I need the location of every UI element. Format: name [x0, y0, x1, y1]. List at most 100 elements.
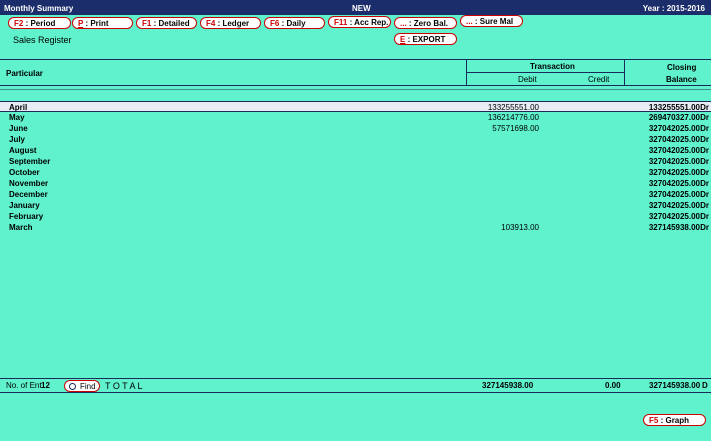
- month-cell: June: [9, 124, 28, 133]
- debit-cell: 136214776.00: [487, 113, 539, 122]
- graph-key: F5: [649, 416, 659, 425]
- table-row[interactable]: November 327042025.00 Dr: [0, 178, 711, 189]
- print-key: P: [78, 19, 84, 28]
- table-row[interactable]: October 327042025.00 Dr: [0, 167, 711, 178]
- closing-suffix-cell: Dr: [700, 135, 709, 144]
- sure-mal-label: : Sure Mal: [474, 17, 514, 26]
- total-closing-suffix: D: [702, 381, 708, 390]
- print-button[interactable]: P : Print: [72, 17, 133, 29]
- closing-suffix-cell: Dr: [700, 113, 709, 122]
- closing-suffix-cell: Dr: [700, 157, 709, 166]
- table-row[interactable]: February 327042025.00 Dr: [0, 211, 711, 222]
- table-row[interactable]: April 133255551.00 133255551.00 Dr: [0, 101, 711, 112]
- period-key: F2: [14, 19, 24, 28]
- table-row[interactable]: March 103913.00 327145938.00 Dr: [0, 222, 711, 233]
- closing-suffix-cell: Dr: [700, 103, 709, 112]
- export-button[interactable]: E : EXPORT: [394, 33, 457, 45]
- export-key: E: [400, 35, 406, 44]
- search-icon: [69, 383, 76, 390]
- debit-cell: 103913.00: [501, 223, 539, 232]
- header-bottom-rule: [0, 85, 711, 86]
- closing-cell: 133255551.00: [648, 103, 700, 112]
- window-title: Monthly Summary: [4, 4, 74, 13]
- table-row[interactable]: December 327042025.00 Dr: [0, 189, 711, 200]
- footer-top-rule: [0, 378, 711, 379]
- total-credit: 0.00: [605, 381, 621, 390]
- header-top-rule: [0, 59, 711, 60]
- daily-label: : Daily: [281, 19, 306, 28]
- closing-cell: 327042025.00: [648, 135, 700, 144]
- acc-rep-key: F11: [334, 18, 348, 27]
- total-debit: 327145938.00: [482, 381, 534, 390]
- report-name: Sales Register: [13, 35, 72, 45]
- header-divider-right: [624, 59, 625, 85]
- closing-suffix-cell: Dr: [700, 212, 709, 221]
- month-cell: August: [9, 146, 37, 155]
- acc-rep-button[interactable]: F11 : Acc Rep.: [328, 16, 391, 28]
- closing-suffix-cell: Dr: [700, 201, 709, 210]
- closing-suffix-cell: Dr: [700, 124, 709, 133]
- entries-label: No. of Ent.: [6, 381, 44, 390]
- table-row[interactable]: July 327042025.00 Dr: [0, 134, 711, 145]
- table-row[interactable]: June 57571698.00 327042025.00 Dr: [0, 123, 711, 134]
- month-cell: April: [9, 103, 28, 112]
- total-label: T O T A L: [105, 381, 143, 391]
- ledger-key: F4: [206, 19, 216, 28]
- month-cell: March: [9, 223, 33, 232]
- detailed-label: : Detailed: [153, 19, 190, 28]
- graph-label: : Graph: [660, 416, 690, 425]
- total-closing: 327145938.00: [649, 381, 701, 390]
- month-cell: November: [9, 179, 49, 188]
- table-row[interactable]: September 327042025.00 Dr: [0, 156, 711, 167]
- closing-suffix-cell: Dr: [700, 146, 709, 155]
- find-label: Find: [80, 382, 96, 391]
- column-header-particular: Particular: [6, 69, 43, 78]
- closing-cell: 327042025.00: [648, 168, 700, 177]
- mode-indicator: NEW: [352, 4, 371, 13]
- closing-cell: 327145938.00: [648, 223, 700, 232]
- month-cell: September: [9, 157, 51, 166]
- column-header-closing: Closing: [667, 63, 697, 72]
- footer-bottom-rule: [0, 392, 711, 393]
- closing-cell: 327042025.00: [648, 190, 700, 199]
- month-cell: January: [9, 201, 40, 210]
- debit-cell: 133255551.00: [487, 103, 539, 112]
- daily-button[interactable]: F6 : Daily: [264, 17, 325, 29]
- month-cell: December: [9, 190, 48, 199]
- closing-cell: 269470327.00: [648, 113, 700, 122]
- transaction-sub-rule: [466, 72, 624, 73]
- closing-suffix-cell: Dr: [700, 179, 709, 188]
- find-button[interactable]: Find: [64, 380, 100, 392]
- period-button[interactable]: F2 : Period: [8, 17, 71, 29]
- column-header-credit: Credit: [588, 75, 610, 84]
- closing-cell: 327042025.00: [648, 124, 700, 133]
- column-header-debit: Debit: [518, 75, 537, 84]
- zero-bal-label: : Zero Bal.: [408, 19, 449, 28]
- closing-cell: 327042025.00: [648, 146, 700, 155]
- debit-cell: 57571698.00: [492, 124, 539, 133]
- acc-rep-label: : Acc Rep.: [349, 18, 389, 27]
- export-label: : EXPORT: [407, 35, 446, 44]
- closing-suffix-cell: Dr: [700, 190, 709, 199]
- title-bar: Monthly Summary NEW Year : 2015-2016: [0, 0, 711, 15]
- closing-cell: 327042025.00: [648, 201, 700, 210]
- month-cell: February: [9, 212, 44, 221]
- graph-button[interactable]: F5 : Graph: [643, 414, 706, 426]
- sure-mal-button[interactable]: ... : Sure Mal: [460, 15, 523, 27]
- ledger-button[interactable]: F4 : Ledger: [200, 17, 261, 29]
- table-row[interactable]: January 327042025.00 Dr: [0, 200, 711, 211]
- header-double-rule: [0, 89, 711, 90]
- closing-suffix-cell: Dr: [700, 223, 709, 232]
- detailed-key: F1: [142, 19, 152, 28]
- entries-count: 12: [41, 381, 50, 390]
- month-cell: July: [9, 135, 26, 144]
- table-row[interactable]: August 327042025.00 Dr: [0, 145, 711, 156]
- zero-bal-button[interactable]: ... : Zero Bal.: [394, 17, 457, 29]
- daily-key: F6: [270, 19, 280, 28]
- month-cell: May: [9, 113, 25, 122]
- closing-cell: 327042025.00: [648, 212, 700, 221]
- table-row[interactable]: May 136214776.00 269470327.00 Dr: [0, 112, 711, 123]
- closing-cell: 327042025.00: [648, 157, 700, 166]
- zero-bal-key: ...: [400, 19, 407, 28]
- detailed-button[interactable]: F1 : Detailed: [136, 17, 197, 29]
